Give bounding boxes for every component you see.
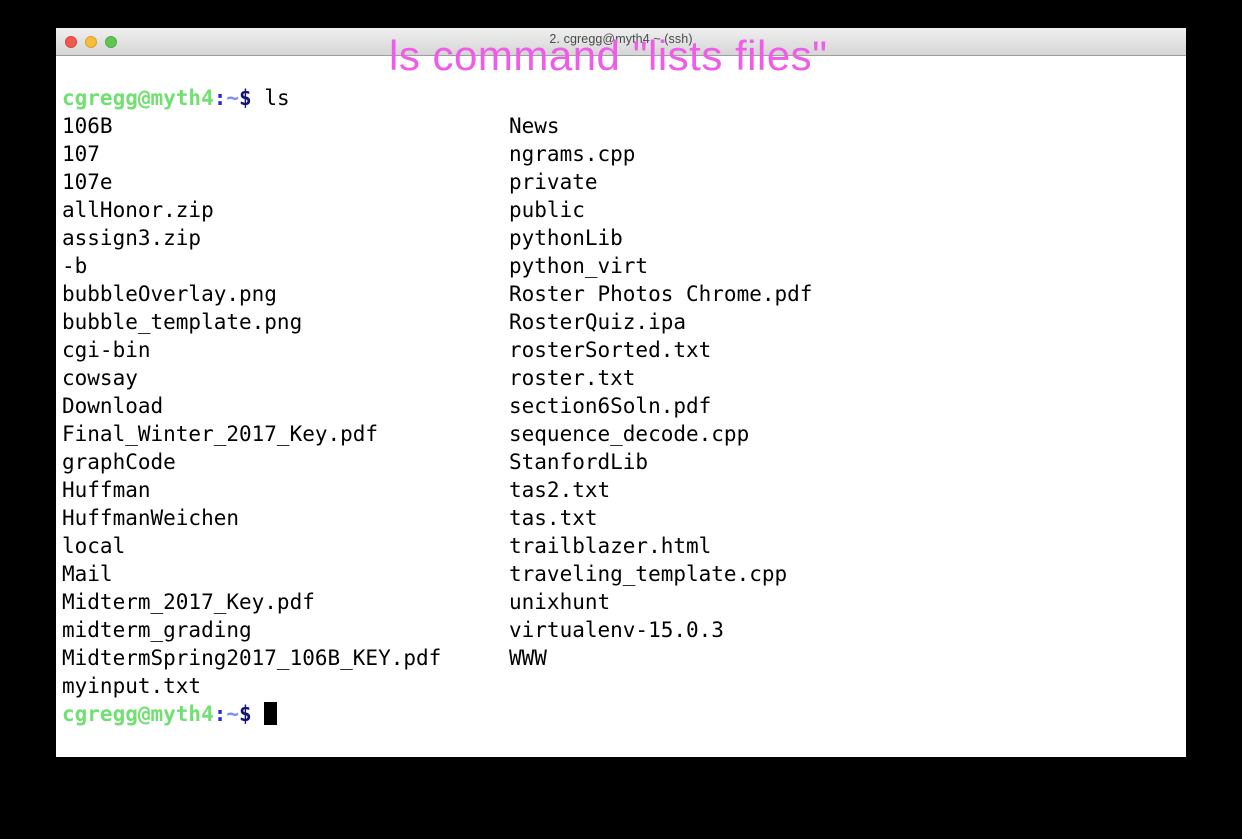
ls-entry: myinput.txt — [62, 674, 202, 698]
ls-entry: 107 — [62, 142, 100, 166]
ls-column-right: News ngrams.cpp private public pythonLib pyth… — [509, 112, 812, 672]
typed-command: ls — [252, 86, 290, 110]
ls-entry: Midterm_2017_Key.pdf — [62, 590, 315, 614]
ls-entry: trailblazer.html — [509, 534, 712, 558]
ls-entry: virtualenv-15.0.3 — [509, 618, 724, 642]
ls-entry: allHonor.zip — [62, 198, 214, 222]
prompt-line-command: cgregg@myth4:~$ ls — [62, 84, 290, 112]
ls-entry: midterm_grading — [62, 618, 252, 642]
ls-column-left: 106B 107 107e allHonor.zip assign3.zip -b bubb… — [62, 112, 441, 700]
ls-entry: sequence_decode.cpp — [509, 422, 750, 446]
ls-entry: assign3.zip — [62, 226, 202, 250]
ls-entry: section6Soln.pdf — [509, 394, 712, 418]
prompt-user-host: cgregg@myth4 — [62, 702, 214, 726]
ls-entry: rosterSorted.txt — [509, 338, 712, 362]
ls-entry: StanfordLib — [509, 450, 649, 474]
ls-entry: tas2.txt — [509, 478, 611, 502]
ls-entry: traveling_template.cpp — [509, 562, 788, 586]
prompt-tilde: ~ — [226, 86, 240, 110]
ls-entry: bubbleOverlay.png — [62, 282, 277, 306]
ls-entry: cgi-bin — [62, 338, 151, 362]
prompt-user-host: cgregg@myth4 — [62, 86, 214, 110]
ls-entry: RosterQuiz.ipa — [509, 310, 687, 334]
ls-entry: bubble_template.png — [62, 310, 303, 334]
ls-entry: python_virt — [509, 254, 649, 278]
ls-entry: roster.txt — [509, 366, 636, 390]
ls-entry: -b — [62, 254, 88, 278]
terminal-output-area[interactable]: cgregg@myth4:~$ ls 106B 107 107e allHonor.z… — [56, 56, 1186, 756]
ls-entry: WWW — [509, 646, 547, 670]
ls-entry: cowsay — [62, 366, 138, 390]
prompt-tilde: ~ — [226, 702, 240, 726]
ls-entry: 107e — [62, 170, 113, 194]
ls-entry: graphCode — [62, 450, 176, 474]
ls-entry: ngrams.cpp — [509, 142, 636, 166]
ls-entry: Download — [62, 394, 164, 418]
ls-entry: Roster Photos Chrome.pdf — [509, 282, 813, 306]
command-text: ls — [264, 86, 290, 110]
ls-entry: pythonLib — [509, 226, 623, 250]
prompt-dollar: $ — [239, 86, 252, 110]
ls-entry: tas.txt — [509, 506, 598, 530]
text-cursor[interactable] — [264, 702, 278, 725]
ls-entry: MidtermSpring2017_106B_KEY.pdf — [62, 646, 442, 670]
prompt-colon: : — [213, 86, 227, 110]
ls-entry: Mail — [62, 562, 113, 586]
ls-entry: private — [509, 170, 598, 194]
prompt-dollar: $ — [239, 702, 252, 726]
ls-entry: Huffman — [62, 478, 151, 502]
ls-entry: local — [62, 534, 126, 558]
ls-entry: HuffmanWeichen — [62, 506, 240, 530]
ls-entry: public — [509, 198, 585, 222]
ls-entry: News — [509, 114, 560, 138]
terminal-window[interactable]: 2. cgregg@myth4 ~ (ssh) cgregg@myth4:~$ … — [56, 28, 1186, 757]
ls-entry: 106B — [62, 114, 113, 138]
annotation-text: ls command "lists files" — [389, 32, 828, 79]
ls-entry: Final_Winter_2017_Key.pdf — [62, 422, 379, 446]
ls-entry: unixhunt — [509, 590, 611, 614]
prompt-colon: : — [213, 702, 227, 726]
prompt-line-active[interactable]: cgregg@myth4:~$ — [62, 700, 278, 728]
